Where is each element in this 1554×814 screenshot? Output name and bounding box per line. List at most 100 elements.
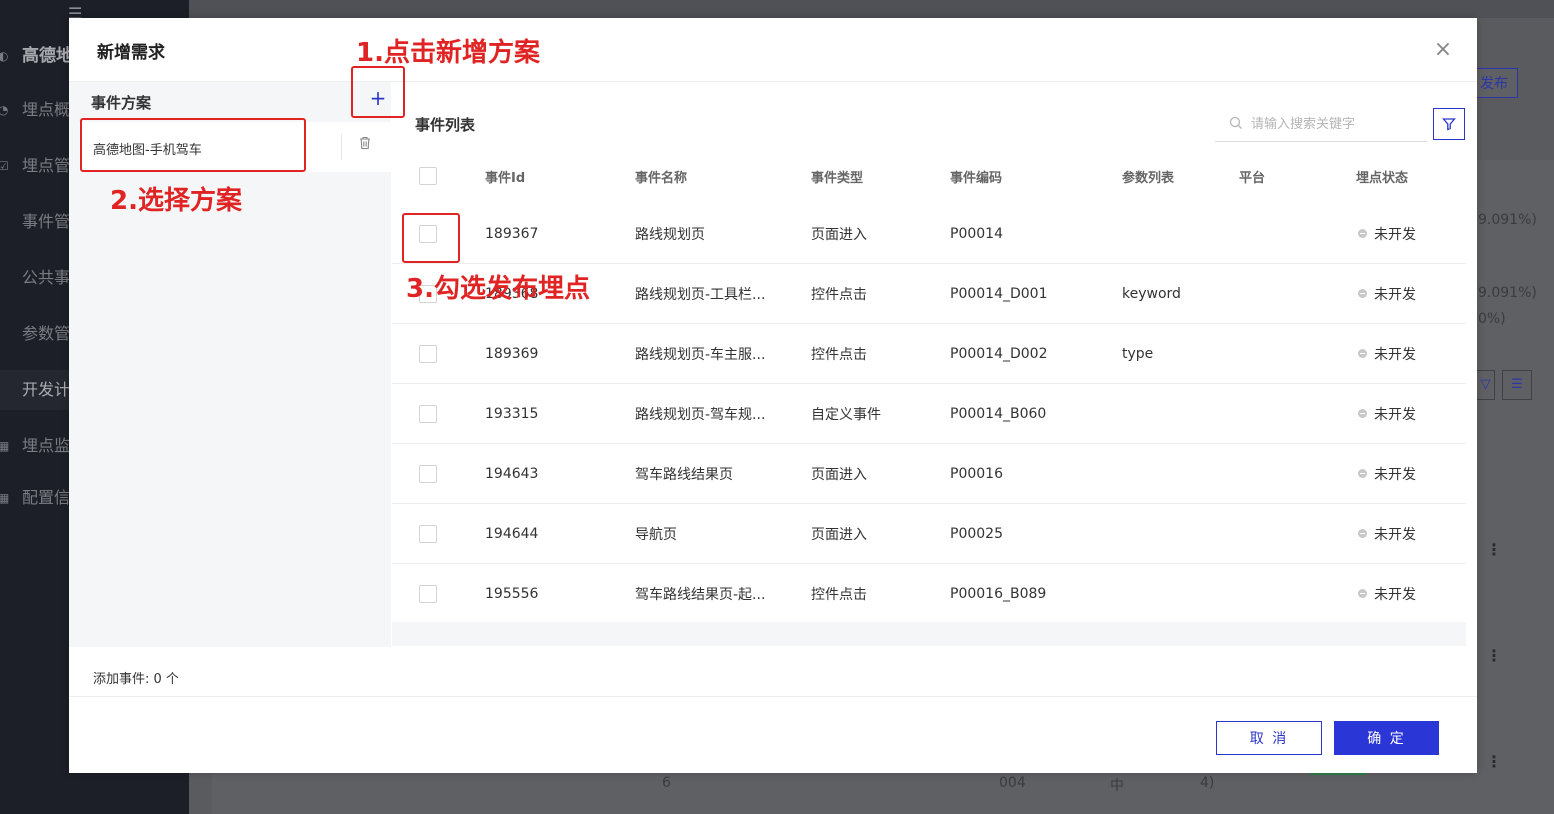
cell-params: type [1122, 345, 1154, 362]
row-checkbox[interactable] [419, 584, 437, 603]
annotation-box-checkbox [402, 213, 460, 263]
modal-title: 新增需求 [97, 43, 165, 63]
cell-type: 控件点击 [811, 586, 867, 603]
pie-chart-icon: ◔ [0, 103, 9, 117]
cell-name: 驾车路线结果页-起... [635, 586, 766, 603]
background-percentage: 0%) [1478, 311, 1506, 327]
more-icon: ⋮ [1486, 540, 1502, 559]
status-dot-icon [1358, 229, 1367, 238]
more-icon: ⋮ [1486, 646, 1502, 665]
column-header: 事件Id [485, 170, 526, 186]
search-box [1215, 106, 1427, 142]
column-header: 埋点状态 [1356, 170, 1409, 186]
cell-type: 控件点击 [811, 346, 867, 363]
column-header: 参数列表 [1122, 170, 1175, 186]
table-row: 193315 路线规划页-驾车规... 自定义事件 P00014_B060 未开发 [392, 384, 1466, 444]
divider [69, 696, 1477, 697]
status-label: 未开发 [1374, 346, 1416, 363]
cell-code: P00014 [950, 225, 1003, 242]
cell-name: 驾车路线结果页 [635, 466, 733, 483]
sidebar-item-label: 参数管 [22, 324, 71, 343]
column-header: 事件编码 [950, 170, 1003, 186]
cell-status: 未开发 [1358, 384, 1416, 443]
cell-type: 自定义事件 [811, 406, 881, 423]
background-cell: 004 [999, 775, 1026, 791]
cell-type: 控件点击 [811, 286, 867, 303]
modal-header: 新增需求 × [69, 18, 1477, 82]
cell-status: 未开发 [1358, 504, 1416, 563]
status-dot-icon [1358, 589, 1367, 598]
cell-code: P00014_D001 [950, 285, 1048, 302]
cell-name: 路线规划页-车主服... [635, 346, 766, 363]
annotation-box-add [351, 66, 405, 118]
more-icon: ⋮ [1486, 752, 1502, 771]
cell-code: P00016_B089 [950, 585, 1047, 602]
trash-icon[interactable] [359, 136, 371, 150]
cell-name: 路线规划页-工具栏... [635, 286, 766, 303]
background-cell: 中 [1110, 778, 1124, 794]
row-checkbox[interactable] [419, 404, 437, 423]
divider [341, 134, 342, 160]
cancel-button[interactable]: 取 消 [1216, 721, 1322, 755]
row-checkbox[interactable] [419, 524, 437, 543]
status-dot-icon [1358, 409, 1367, 418]
background-list-icon: ☰ [1502, 370, 1532, 400]
status-label: 未开发 [1374, 286, 1416, 303]
event-table: 事件Id 事件名称 事件类型 事件编码 参数列表 平台 埋点状态 189367 路… [392, 148, 1466, 624]
table-row: 194644 导航页 页面进入 P00025 未开发 [392, 504, 1466, 564]
cell-params: keyword [1122, 285, 1181, 302]
cell-id: 194644 [485, 525, 539, 542]
status-dot-icon [1358, 349, 1367, 358]
sidebar-item-label: 事件管 [22, 212, 71, 231]
cell-type: 页面进入 [811, 466, 867, 483]
cell-code: P00014_B060 [950, 405, 1047, 422]
background-publish-button: 发布 [1470, 68, 1518, 98]
cell-code: P00025 [950, 525, 1003, 542]
select-all-checkbox[interactable] [419, 167, 437, 185]
column-header: 事件名称 [635, 170, 688, 186]
status-dot-icon [1358, 529, 1367, 538]
sidebar-item-label: 开发计 [22, 380, 71, 399]
background-cell: 4) [1200, 775, 1215, 791]
search-input[interactable] [1249, 112, 1423, 136]
cell-id: 194643 [485, 465, 539, 482]
table-footer-area [392, 622, 1466, 646]
row-checkbox[interactable] [419, 464, 437, 483]
sidebar-item-label: 公共事 [22, 268, 71, 287]
added-event-count: 添加事件: 0 个 [93, 672, 179, 687]
sidebar-item-label: 埋点监 [22, 436, 71, 455]
cell-id: 189367 [485, 225, 539, 242]
annotation-step3: 3.勾选发布埋点 [406, 274, 590, 304]
close-icon[interactable]: × [1431, 38, 1455, 62]
filter-button[interactable] [1433, 108, 1465, 140]
confirm-button[interactable]: 确 定 [1334, 721, 1439, 755]
table-row: 189369 路线规划页-车主服... 控件点击 P00014_D002 type 未开发 [392, 324, 1466, 384]
column-header: 平台 [1239, 170, 1266, 186]
sidebar-item-label: 埋点管 [22, 156, 71, 175]
status-dot-icon [1358, 289, 1367, 298]
row-checkbox[interactable] [419, 344, 437, 363]
background-percentage: 9.091%) [1478, 285, 1537, 301]
sidebar-item-label: 高德地 [22, 46, 73, 66]
column-header: 事件类型 [811, 170, 864, 186]
cell-status: 未开发 [1358, 204, 1416, 263]
cell-status: 未开发 [1358, 324, 1416, 383]
table-body: 189367 路线规划页 页面进入 P00014 未开发 189368 路线规划页-工具栏.… [392, 204, 1466, 624]
status-label: 未开发 [1374, 586, 1416, 603]
background-tabs [189, 0, 1554, 18]
annotation-step2: 2.选择方案 [110, 186, 242, 216]
cell-name: 路线规划页 [635, 226, 705, 243]
event-list-title: 事件列表 [415, 116, 476, 134]
list-icon: ☑ [0, 159, 9, 173]
cell-name: 导航页 [635, 526, 677, 543]
cell-id: 193315 [485, 405, 539, 422]
status-label: 未开发 [1374, 526, 1416, 543]
annotation-box-plan [80, 118, 306, 172]
background-cell: 6 [662, 775, 671, 791]
cell-name: 路线规划页-驾车规... [635, 406, 766, 423]
annotation-step1: 1.点击新增方案 [356, 38, 540, 68]
table-header: 事件Id 事件名称 事件类型 事件编码 参数列表 平台 埋点状态 [392, 148, 1466, 204]
sidebar-item-label: 埋点概 [22, 100, 71, 119]
cell-status: 未开发 [1358, 444, 1416, 503]
cell-id: 189369 [485, 345, 539, 362]
